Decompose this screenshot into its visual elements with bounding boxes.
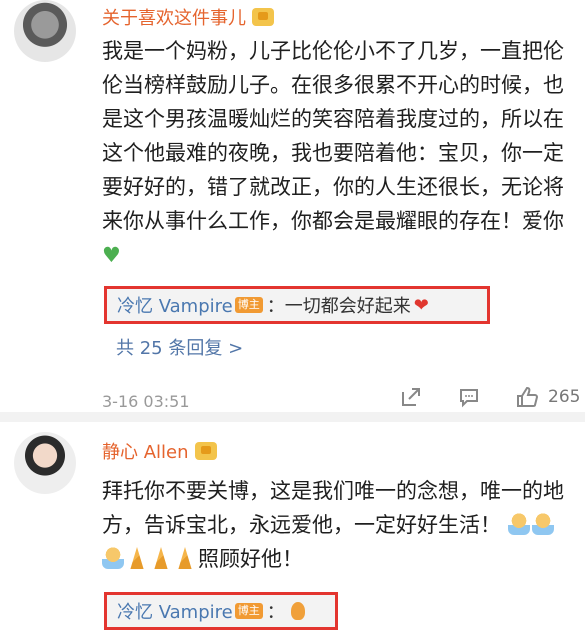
share-button[interactable]: [400, 386, 422, 408]
reply-user[interactable]: 冷忆 Vampire: [117, 292, 233, 318]
baby-emoji-icon: [102, 547, 124, 569]
comment-text: 我是一个妈粉，儿子比伦伦小不了几岁，一直把伦伦当榜样鼓励儿子。在很多很累不开心的…: [102, 34, 572, 272]
vip-crown-icon: [194, 442, 217, 460]
username-text[interactable]: 关于喜欢这件事儿: [102, 4, 246, 30]
reply-text: ：: [266, 602, 285, 623]
comment-actions: 265: [400, 386, 580, 408]
baby-emoji-icon: [507, 513, 530, 535]
vip-crown-icon: [252, 8, 274, 26]
comment-body: 拜托你不要关博，这是我们唯一的念想，唯一的地方，告诉宝北，永远爱他，一定好好生活…: [102, 479, 564, 537]
baby-emoji-icon: [531, 513, 554, 535]
red-heart-icon: ❤: [413, 294, 429, 316]
author-badge: 博主: [234, 297, 263, 313]
pray-emoji-icon: [154, 547, 168, 569]
timestamp: 3-16 03:51: [102, 392, 190, 411]
comment-2: 静心 Allen 拜托你不要关博，这是我们唯一的念想，唯一的地方，告诉宝北，永远…: [0, 412, 585, 640]
comment-body: 我是一个妈粉，儿子比伦伦小不了几岁，一直把伦伦当榜样鼓励儿子。在很多很累不开心的…: [102, 39, 564, 233]
highlighted-reply[interactable]: 冷忆 Vampire 博主 ：: [104, 592, 338, 630]
like-button[interactable]: 265: [516, 386, 580, 408]
reply-text: ：一切都会好起来: [266, 296, 411, 317]
comment-1: 关于喜欢这件事儿 我是一个妈粉，儿子比伦伦小不了几岁，一直把伦伦当榜样鼓励儿子。…: [0, 0, 585, 412]
comment-username[interactable]: 静心 Allen: [102, 438, 217, 464]
green-heart-icon: ♥: [102, 243, 121, 267]
comment-text: 拜托你不要关博，这是我们唯一的念想，唯一的地方，告诉宝北，永远爱他，一定好好生活…: [102, 474, 572, 576]
username-text[interactable]: 静心 Allen: [102, 438, 189, 464]
avatar[interactable]: [14, 0, 76, 62]
comment-username[interactable]: 关于喜欢这件事儿: [102, 4, 274, 30]
more-replies-link[interactable]: 共 25 条回复 >: [116, 334, 243, 360]
highlighted-reply[interactable]: 冷忆 Vampire 博主 ：一切都会好起来 ❤: [104, 286, 490, 324]
avatar[interactable]: [14, 432, 76, 494]
comment-button[interactable]: [458, 386, 480, 408]
comment-icon: [460, 389, 478, 408]
comment-body-suffix: 照顾好他！: [198, 547, 303, 571]
like-count: 265: [548, 387, 581, 407]
pray-emoji-icon: [178, 547, 192, 569]
author-badge: 博主: [234, 603, 263, 619]
share-icon: [402, 388, 420, 406]
reply-user[interactable]: 冷忆 Vampire: [117, 598, 233, 624]
like-icon: [517, 386, 539, 407]
fire-emoji-icon: [290, 602, 305, 620]
pray-emoji-icon: [130, 547, 144, 569]
